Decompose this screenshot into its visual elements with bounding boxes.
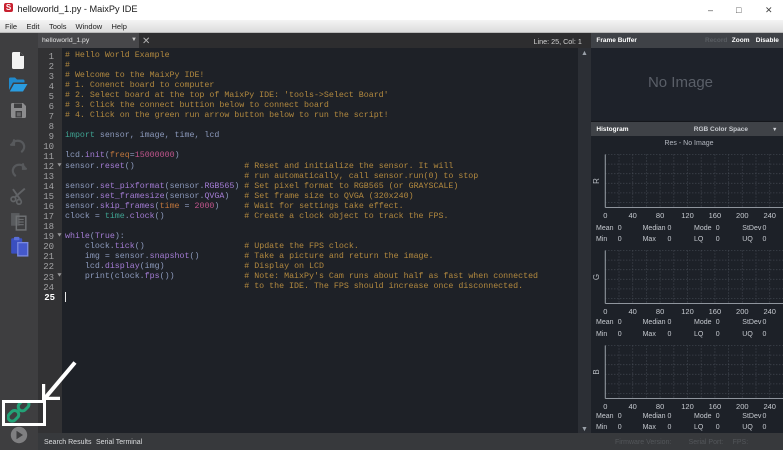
svg-text:200: 200 [736, 402, 749, 411]
svg-text:240: 240 [763, 307, 776, 316]
svg-text:120: 120 [681, 307, 694, 316]
svg-text:80: 80 [656, 211, 664, 220]
svg-text:240: 240 [763, 211, 776, 220]
svg-text:120: 120 [681, 211, 694, 220]
svg-text:0: 0 [603, 211, 607, 220]
svg-text:0: 0 [603, 402, 607, 411]
svg-text:120: 120 [681, 402, 694, 411]
svg-text:80: 80 [656, 402, 664, 411]
svg-text:G: G [592, 274, 601, 280]
svg-text:200: 200 [736, 211, 749, 220]
svg-text:40: 40 [629, 307, 637, 316]
svg-text:R: R [592, 178, 601, 184]
svg-text:200: 200 [736, 307, 749, 316]
svg-text:40: 40 [629, 402, 637, 411]
svg-text:80: 80 [656, 307, 664, 316]
svg-text:240: 240 [763, 402, 776, 411]
svg-text:B: B [592, 369, 601, 374]
svg-text:160: 160 [709, 402, 722, 411]
svg-text:0: 0 [603, 307, 607, 316]
svg-text:160: 160 [709, 211, 722, 220]
svg-text:40: 40 [629, 211, 637, 220]
svg-text:160: 160 [709, 307, 722, 316]
